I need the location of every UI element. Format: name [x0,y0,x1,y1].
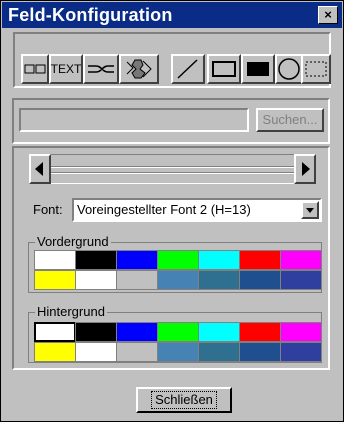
arrow-left-icon [35,162,43,176]
foreground-swatch[interactable] [198,250,240,270]
window-close-button[interactable]: × [318,6,338,24]
background-label: Hintergrund [35,304,107,319]
filled-rectangle-icon [247,62,269,76]
field-tool-button[interactable] [21,54,49,84]
title-bar[interactable]: Feld-Konfiguration × [2,2,342,28]
scroll-left-button[interactable] [29,154,51,184]
font-dropdown-button[interactable] [301,201,319,219]
background-swatch[interactable] [75,322,117,342]
foreground-swatch[interactable] [34,270,76,290]
background-swatch[interactable] [157,342,199,362]
scroll-line-top [51,166,294,168]
ellipse-icon [278,58,300,80]
background-swatch[interactable] [239,322,281,342]
background-swatch[interactable] [198,342,240,362]
background-swatch[interactable] [157,322,199,342]
field-icon [24,64,46,74]
background-swatch[interactable] [198,322,240,342]
image-tool-button[interactable] [119,54,159,84]
foreground-swatch[interactable] [198,270,240,290]
background-swatch[interactable] [280,322,322,342]
background-swatch[interactable] [116,322,158,342]
filled-rectangle-tool-button[interactable] [241,54,275,84]
foreground-swatch[interactable] [280,250,322,270]
foreground-swatch[interactable] [116,250,158,270]
horizontal-scrollbar[interactable] [29,154,316,184]
line-icon [177,59,198,79]
close-button[interactable]: Schließen [136,387,232,413]
background-swatch[interactable] [34,342,76,362]
arrow-right-icon [302,162,310,176]
foreground-swatch[interactable] [157,270,199,290]
foreground-swatch[interactable] [280,270,322,290]
scroll-track[interactable] [51,154,294,184]
foreground-swatch[interactable] [75,270,117,290]
rectangle-tool-button[interactable] [207,54,241,84]
font-select[interactable]: Voreingestellter Font 2 (H=13) [72,198,322,222]
ellipse-tool-button[interactable] [275,54,303,84]
connector-tool-button[interactable] [83,54,119,84]
background-swatch[interactable] [280,342,322,362]
search-field[interactable] [19,108,249,132]
search-button[interactable]: Suchen... [256,108,324,132]
rectangle-icon [212,61,236,77]
scroll-right-button[interactable] [294,154,316,184]
foreground-swatch[interactable] [75,250,117,270]
scroll-line-bottom [51,172,294,174]
connector-icon [88,65,114,73]
window-title: Feld-Konfiguration [8,5,173,25]
background-swatch[interactable] [116,342,158,362]
font-label: Font: [33,202,63,217]
line-tool-button[interactable] [171,54,205,84]
close-button-label: Schließen [151,391,217,409]
font-select-value: Voreingestellter Font 2 (H=13) [77,202,251,217]
chevron-down-icon [306,208,314,213]
foreground-label: Vordergrund [35,234,111,249]
foreground-swatch[interactable] [157,250,199,270]
selection-icon [305,61,327,77]
background-swatch[interactable] [34,322,76,342]
text-tool-label: TEXT [50,62,82,76]
foreground-swatch[interactable] [34,250,76,270]
selection-tool-button-2[interactable] [301,54,331,84]
text-tool-button[interactable]: TEXT [49,54,83,84]
foreground-swatch[interactable] [116,270,158,290]
background-swatch[interactable] [239,342,281,362]
foreground-swatch[interactable] [239,250,281,270]
foreground-swatch[interactable] [239,270,281,290]
image-icon [126,59,152,79]
background-swatch[interactable] [75,342,117,362]
